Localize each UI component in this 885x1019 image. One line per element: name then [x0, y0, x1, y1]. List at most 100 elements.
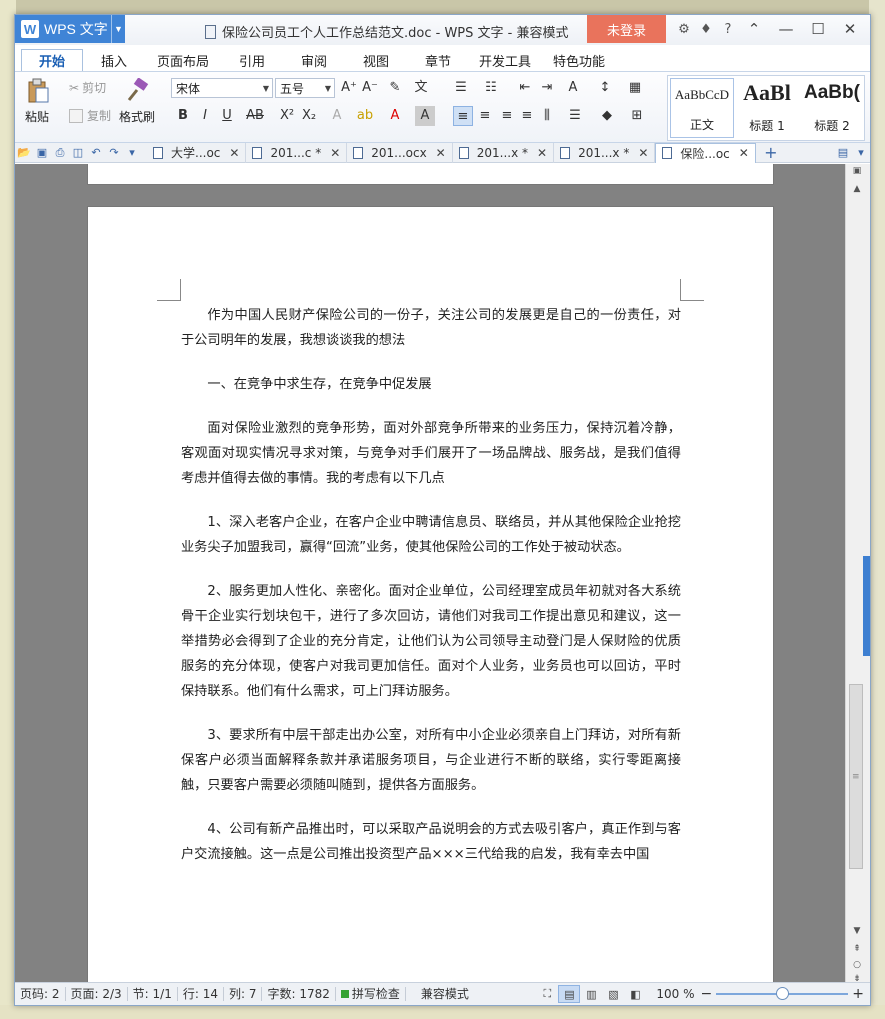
page-view-icon[interactable]: ▤ [558, 985, 581, 1003]
change-case-icon[interactable]: A [563, 78, 583, 98]
copy-button[interactable]: 复制 [69, 107, 111, 124]
highlight-icon[interactable]: ab [355, 106, 375, 126]
side-panel-toggle[interactable] [863, 556, 870, 656]
shrink-font-icon[interactable]: A⁻ [360, 78, 380, 98]
login-button[interactable]: 未登录 [587, 15, 666, 43]
style-normal[interactable]: AaBbCcD 正文 [670, 78, 734, 138]
fullscreen-view-icon[interactable]: ⛶ [536, 985, 558, 1003]
zoom-in-icon[interactable]: + [852, 986, 864, 1002]
print-icon[interactable]: ⎙ [51, 146, 69, 160]
italic-icon[interactable]: I [195, 106, 215, 126]
status-pages[interactable]: 页面: 2/3 [66, 987, 128, 1001]
font-size-select[interactable]: 五号 ▼ [275, 78, 335, 98]
tab-page-layout[interactable]: 页面布局 [145, 49, 221, 71]
close-button[interactable]: ✕ [834, 20, 866, 38]
scroll-up-icon[interactable]: ▲ [850, 184, 864, 194]
shirt-icon[interactable]: ♦ [695, 22, 717, 37]
zoom-slider[interactable] [716, 987, 849, 1000]
ruler-toggle-icon[interactable]: ▣ [850, 166, 864, 176]
paste-button[interactable]: 粘贴 [23, 78, 51, 125]
prev-page-icon[interactable]: ⇞ [850, 944, 864, 954]
app-menu-button[interactable]: W WPS 文字 ▼ [15, 15, 125, 43]
char-shading-icon[interactable]: A [415, 106, 435, 126]
doc-tab[interactable]: 大学...oc ✕ [147, 142, 247, 163]
style-heading1[interactable]: AaBl 标题 1 [735, 78, 799, 138]
select-browse-icon[interactable]: ○ [850, 960, 864, 970]
doc-tab[interactable]: 201...x * ✕ [554, 142, 656, 163]
strikethrough-icon[interactable]: AB [245, 106, 265, 126]
document-body[interactable]: 作为中国人民财产保险公司的一份子，关注公司的发展更是自己的一份责任，对于公司明年… [181, 303, 681, 886]
close-tab-icon[interactable]: ✕ [229, 146, 239, 160]
skin-icon[interactable]: ⚙ [673, 22, 695, 37]
tab-features[interactable]: 特色功能 [541, 49, 617, 71]
distribute-icon[interactable]: ⫼ [537, 106, 557, 126]
cut-button[interactable]: ✂ 剪切 [69, 79, 106, 96]
sort-icon[interactable]: ↕ [595, 78, 615, 98]
text-effect-icon[interactable]: A [327, 106, 347, 126]
style-heading2[interactable]: AaBb( 标题 2 [800, 78, 864, 138]
close-tab-icon[interactable]: ✕ [739, 146, 749, 160]
spell-check-toggle[interactable]: 拼写检查 [336, 987, 406, 1001]
web-view-icon[interactable]: ▧ [602, 985, 624, 1003]
font-name-select[interactable]: 宋体 ▼ [171, 78, 273, 98]
collapse-ribbon-icon[interactable]: ⌃ [738, 20, 770, 38]
close-tab-icon[interactable]: ✕ [638, 146, 648, 160]
tab-review[interactable]: 审阅 [283, 49, 345, 71]
line-spacing-icon[interactable]: ☰ [565, 106, 585, 126]
quick-access-menu-icon[interactable]: ▾ [123, 146, 141, 159]
align-left-icon[interactable]: ≡ [453, 106, 473, 126]
reading-view-icon[interactable]: ◧ [624, 985, 646, 1003]
tab-chapter[interactable]: 章节 [407, 49, 469, 71]
doc-tab[interactable]: 201...x * ✕ [453, 142, 555, 163]
zoom-slider-handle[interactable] [776, 987, 790, 1000]
borders-icon[interactable]: ⊞ [627, 106, 647, 126]
zoom-out-icon[interactable]: − [701, 986, 713, 1002]
table-icon[interactable]: ▦ [625, 78, 645, 98]
bold-icon[interactable]: B [173, 106, 193, 126]
numbered-list-icon[interactable]: ☷ [481, 78, 501, 98]
align-right-icon[interactable]: ≡ [497, 106, 517, 126]
underline-icon[interactable]: U [217, 106, 237, 126]
bullet-list-icon[interactable]: ☰ [451, 78, 471, 98]
doc-tab-active[interactable]: 保险...oc ✕ [655, 142, 756, 163]
undo-icon[interactable]: ↶ [87, 146, 105, 159]
close-tab-icon[interactable]: ✕ [330, 146, 340, 160]
doc-tab[interactable]: 201...c * ✕ [246, 142, 348, 163]
align-center-icon[interactable]: ≡ [475, 106, 495, 126]
minimize-button[interactable]: — [770, 20, 802, 38]
doc-tab[interactable]: 201...ocx ✕ [347, 142, 453, 163]
redo-icon[interactable]: ↷ [105, 146, 123, 159]
new-tab-icon[interactable]: + [762, 143, 780, 162]
outline-view-icon[interactable]: ▥ [580, 985, 602, 1003]
pinyin-icon[interactable]: 文 [411, 78, 431, 98]
shading-icon[interactable]: ◆ [597, 106, 617, 126]
clear-format-icon[interactable]: ✎ [385, 78, 405, 98]
tab-view[interactable]: 视图 [345, 49, 407, 71]
status-word-count[interactable]: 字数: 1782 [262, 987, 336, 1001]
tab-insert[interactable]: 插入 [83, 49, 145, 71]
justify-icon[interactable]: ≡ [517, 106, 537, 126]
document-page[interactable]: 作为中国人民财产保险公司的一份子，关注公司的发展更是自己的一份责任，对于公司明年… [87, 206, 774, 982]
tab-developer[interactable]: 开发工具 [469, 49, 541, 71]
status-page-number[interactable]: 页码: 2 [15, 987, 66, 1001]
close-tab-icon[interactable]: ✕ [436, 146, 446, 160]
vertical-scrollbar[interactable]: ▣ ▲ ≡ ▼ ⇞ ○ ⇟ [845, 164, 870, 984]
maximize-button[interactable]: ☐ [802, 20, 834, 38]
scroll-down-icon[interactable]: ▼ [850, 926, 864, 936]
increase-indent-icon[interactable]: ⇥ [537, 78, 557, 98]
help-icon[interactable]: ? [717, 22, 739, 37]
font-color-icon[interactable]: A [385, 106, 405, 126]
chevron-down-icon[interactable]: ▼ [111, 15, 125, 43]
subscript-icon[interactable]: X₂ [299, 106, 319, 126]
close-tab-icon[interactable]: ✕ [537, 146, 547, 160]
grow-font-icon[interactable]: A⁺ [339, 78, 359, 98]
open-folder-icon[interactable]: 📂 [15, 146, 33, 159]
zoom-value[interactable]: 100 % [656, 987, 694, 1001]
decrease-indent-icon[interactable]: ⇤ [515, 78, 535, 98]
save-icon[interactable]: ▣ [33, 146, 51, 159]
format-painter-button[interactable]: 格式刷 [119, 78, 155, 125]
print-preview-icon[interactable]: ◫ [69, 146, 87, 159]
tab-references[interactable]: 引用 [221, 49, 283, 71]
tab-menu-icon[interactable]: ▾ [852, 146, 870, 159]
tab-list-icon[interactable]: ▤ [834, 146, 852, 159]
